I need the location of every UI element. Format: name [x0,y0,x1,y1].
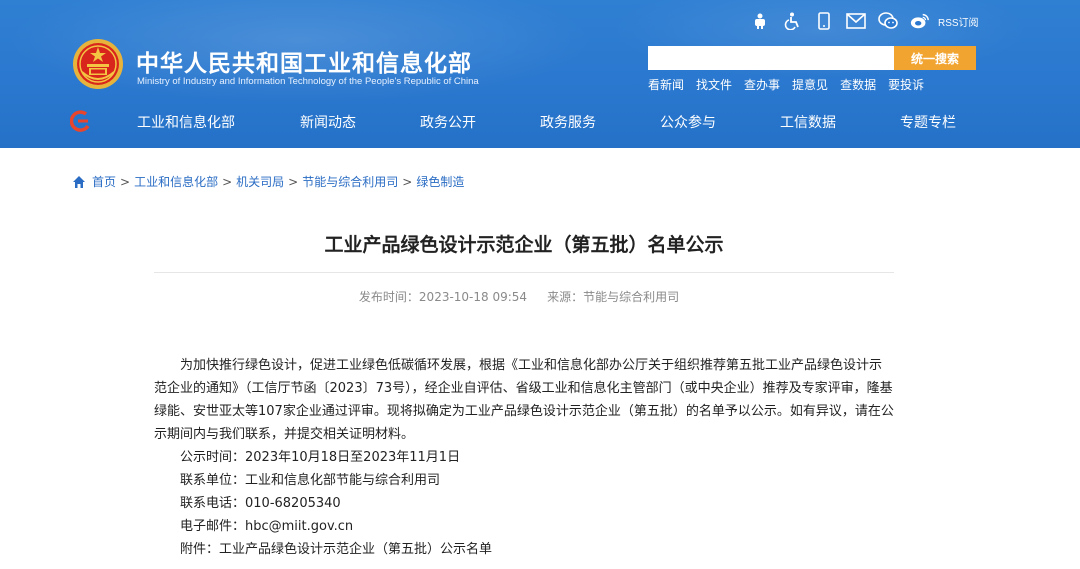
search-input[interactable] [648,46,894,70]
search-button[interactable]: 统一搜索 [894,46,976,70]
top-utility-icons: RSS订阅 [750,10,979,32]
mail-icon[interactable] [846,11,866,31]
attachment-link[interactable]: 附件：工业产品绿色设计示范企业（第五批）公示名单 [154,538,894,561]
article-paragraph: 为加快推行绿色设计，促进工业绿色低碳循环发展，根据《工业和信息化部办公厅关于组织… [154,358,894,442]
quick-link-services[interactable]: 查办事 [744,76,780,93]
breadcrumb-departments[interactable]: 机关司局 [236,173,284,190]
nav-item-data[interactable]: 工信数据 [780,112,836,132]
quick-link-news[interactable]: 看新闻 [648,76,684,93]
article-content: 为加快推行绿色设计，促进工业绿色低碳循环发展，根据《工业和信息化部办公厅关于组织… [154,354,894,561]
contact-email: 电子邮件：hbc@miit.gov.cn [180,519,354,534]
title-divider [154,272,894,273]
publish-time: 发布时间：2023-10-18 09:54 [358,290,528,304]
nav-item-services[interactable]: 政务服务 [540,112,596,132]
nav-item-gov-affairs[interactable]: 政务公开 [420,112,476,132]
article-source: 来源：节能与综合利用司 [547,290,680,304]
quick-links: 看新闻 找文件 查办事 提意见 查数据 要投诉 [648,76,924,93]
article-title: 工业产品绿色设计示范企业（第五批）名单公示 [324,234,724,256]
contact-phone: 联系电话：010-68205340 [180,496,341,511]
main-nav: 工业和信息化部 新闻动态 政务公开 政务服务 公众参与 工信数据 专题专栏 [0,104,1080,140]
breadcrumb-separator: > [222,174,233,189]
contact-unit: 联系单位：工业和信息化部节能与综合利用司 [180,473,441,488]
home-icon [73,175,85,188]
article-meta: 发布时间：2023-10-18 09:54 来源：节能与综合利用司 [0,288,1038,305]
quick-link-files[interactable]: 找文件 [696,76,732,93]
accessibility-icon[interactable] [782,11,802,31]
quick-link-complaint[interactable]: 要投诉 [888,76,924,93]
nav-item-miit[interactable]: 工业和信息化部 [137,112,235,132]
breadcrumb-energy-dept[interactable]: 节能与综合利用司 [302,173,398,190]
breadcrumb-green-manufacturing[interactable]: 绿色制造 [416,173,464,190]
breadcrumb-home[interactable]: 首页 [92,173,116,190]
nav-item-public[interactable]: 公众参与 [660,112,716,132]
breadcrumb-separator: > [288,174,299,189]
nav-item-topics[interactable]: 专题专栏 [900,112,956,132]
quick-link-feedback[interactable]: 提意见 [792,76,828,93]
mobile-icon[interactable] [814,11,834,31]
site-header: 中华人民共和国工业和信息化部 Ministry of Industry and … [0,0,1080,148]
notice-period: 公示时间：2023年10月18日至2023年11月1日 [180,450,461,465]
site-title: 中华人民共和国工业和信息化部 [136,51,472,77]
rss-link[interactable]: RSS订阅 [938,14,979,29]
breadcrumb-miit[interactable]: 工业和信息化部 [134,173,218,190]
weibo-icon[interactable] [910,11,930,31]
breadcrumb-separator: > [120,174,131,189]
breadcrumb: 首页 > 工业和信息化部 > 机关司局 > 节能与综合利用司 > 绿色制造 [72,173,464,190]
wechat-icon[interactable] [878,11,898,31]
national-emblem-icon[interactable] [72,38,124,90]
site-subtitle: Ministry of Industry and Information Tec… [137,76,479,87]
quick-link-data[interactable]: 查数据 [840,76,876,93]
robot-icon[interactable] [750,11,770,31]
nav-item-news[interactable]: 新闻动态 [300,112,356,132]
miit-logo-icon[interactable] [70,110,92,132]
breadcrumb-separator: > [402,174,413,189]
